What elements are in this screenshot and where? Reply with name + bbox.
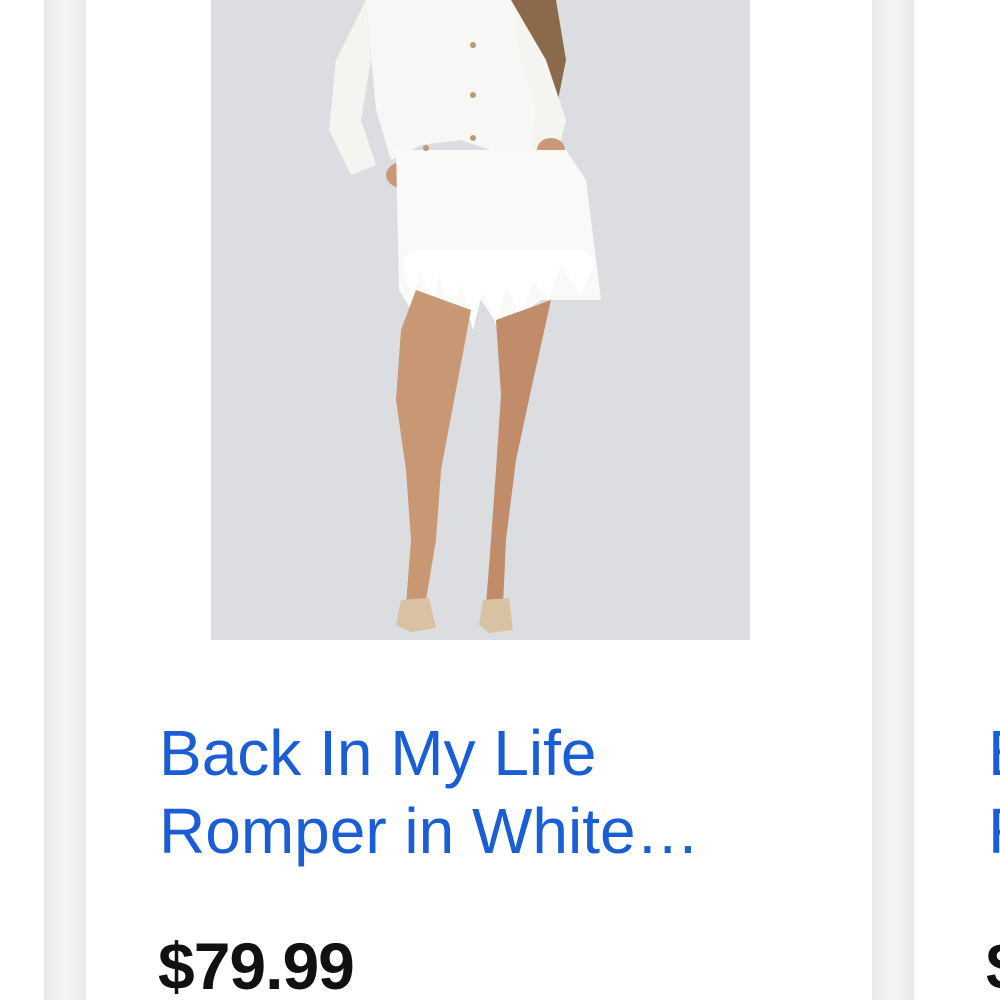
product-title-link[interactable]: B R: [988, 714, 1000, 870]
product-card-next[interactable]: B R $: [914, 0, 1000, 1000]
product-carousel: Back In My Life Romper in White… $79.99 …: [0, 0, 1000, 1000]
carousel-gutter-left: [44, 0, 86, 1000]
product-price: $: [986, 928, 1000, 1000]
product-price: $79.99: [158, 929, 355, 1000]
carousel-gutter-right: [872, 0, 914, 1000]
product-card[interactable]: Back In My Life Romper in White… $79.99: [86, 0, 872, 1000]
product-title-link[interactable]: Back In My Life Romper in White…: [159, 714, 839, 870]
product-image[interactable]: [211, 0, 750, 640]
